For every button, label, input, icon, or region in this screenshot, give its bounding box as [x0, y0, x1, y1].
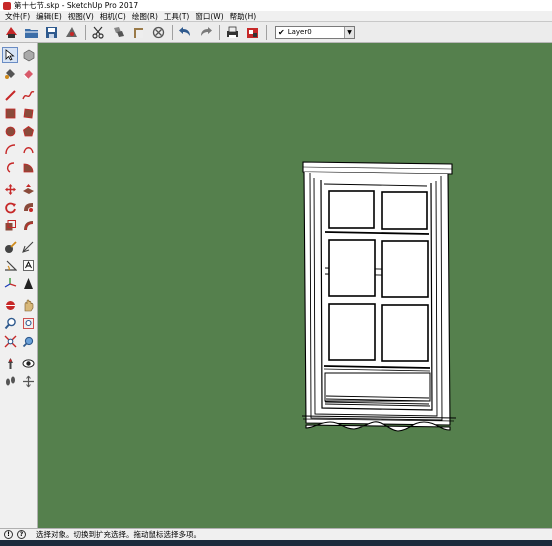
zoom-extents-icon[interactable] [2, 333, 18, 349]
paint-bucket-icon[interactable] [2, 65, 18, 81]
title-bar: 第十七节.skp - SketchUp Pro 2017 [0, 0, 552, 11]
menu-window[interactable]: 窗口(W) [192, 11, 226, 22]
main-toolbar: ✔ Layer0 ▼ [0, 22, 552, 43]
sketchup-app-icon [3, 1, 11, 10]
select-tool-icon[interactable] [2, 47, 18, 63]
menu-edit[interactable]: 编辑(E) [33, 11, 65, 22]
zoom-window-icon[interactable] [20, 315, 36, 331]
getting-started-icon[interactable] [3, 24, 20, 41]
menu-file[interactable]: 文件(F) [2, 11, 33, 22]
toolbar-separator [85, 24, 86, 40]
offset-icon[interactable] [20, 217, 36, 233]
position-camera-icon[interactable] [2, 355, 18, 371]
os-taskbar [0, 540, 552, 546]
polygon-icon[interactable] [20, 123, 36, 139]
geo-location-icon[interactable]: ! [4, 530, 13, 539]
layer-name: Layer0 [287, 28, 312, 36]
warehouse-icon[interactable] [244, 24, 261, 41]
open-folder-icon[interactable] [23, 24, 40, 41]
menu-camera[interactable]: 相机(C) [97, 11, 129, 22]
menu-bar: 文件(F) 编辑(E) 视图(V) 相机(C) 绘图(R) 工具(T) 窗口(W… [0, 11, 552, 22]
line-pencil-icon[interactable] [2, 87, 18, 103]
status-bar: ! ? 选择对象。切换到扩充选择。拖动鼠标选择多项。 [0, 528, 552, 540]
copy-icon[interactable] [110, 24, 127, 41]
toolbar-separator [219, 24, 220, 40]
window-title: 第十七节.skp - SketchUp Pro 2017 [14, 1, 139, 10]
toolbar-separator [266, 24, 267, 40]
status-message: 选择对象。切换到扩充选择。拖动鼠标选择多项。 [36, 530, 201, 539]
layer-current-check-icon: ✔ [278, 27, 285, 37]
arc-icon[interactable] [2, 141, 18, 157]
menu-tools[interactable]: 工具(T) [161, 11, 192, 22]
walk-icon[interactable] [2, 373, 18, 389]
rotated-rectangle-icon[interactable] [20, 105, 36, 121]
menu-draw[interactable]: 绘图(R) [129, 11, 161, 22]
circle-icon[interactable] [2, 123, 18, 139]
3d-text-icon[interactable] [20, 275, 36, 291]
follow-me-icon[interactable] [20, 199, 36, 215]
paste-icon[interactable] [130, 24, 147, 41]
freehand-icon[interactable] [20, 87, 36, 103]
save-icon[interactable] [43, 24, 60, 41]
axes-icon[interactable] [2, 275, 18, 291]
orbit-icon[interactable] [2, 297, 18, 313]
previous-view-icon[interactable] [20, 333, 36, 349]
large-tool-set [0, 43, 38, 528]
move-icon[interactable] [2, 181, 18, 197]
rectangle-icon[interactable] [2, 105, 18, 121]
modeling-viewport[interactable] [38, 43, 552, 528]
eraser-icon[interactable] [20, 65, 36, 81]
zoom-icon[interactable] [2, 315, 18, 331]
dimension-icon[interactable] [20, 239, 36, 255]
redo-icon[interactable] [197, 24, 214, 41]
model-info-icon[interactable] [63, 24, 80, 41]
print-icon[interactable] [224, 24, 241, 41]
rotate-icon[interactable] [2, 199, 18, 215]
chevron-down-icon[interactable]: ▼ [344, 26, 354, 38]
component-icon[interactable] [20, 47, 36, 63]
push-pull-icon[interactable] [20, 181, 36, 197]
menu-help[interactable]: 帮助(H) [227, 11, 260, 22]
tape-measure-icon[interactable] [2, 239, 18, 255]
text-tool-icon[interactable] [20, 257, 36, 273]
two-point-arc-icon[interactable] [20, 141, 36, 157]
section-plane-icon[interactable] [20, 373, 36, 389]
pie-icon[interactable] [20, 159, 36, 175]
scale-icon[interactable] [2, 217, 18, 233]
help-icon[interactable]: ? [17, 530, 26, 539]
window-component-model[interactable] [300, 160, 460, 432]
erase-icon[interactable] [150, 24, 167, 41]
protractor-icon[interactable] [2, 257, 18, 273]
cut-icon[interactable] [90, 24, 107, 41]
layer-dropdown[interactable]: ✔ Layer0 ▼ [275, 25, 355, 39]
three-point-arc-icon[interactable] [2, 159, 18, 175]
undo-icon[interactable] [177, 24, 194, 41]
toolbar-separator [172, 24, 173, 40]
look-around-icon[interactable] [20, 355, 36, 371]
menu-view[interactable]: 视图(V) [65, 11, 97, 22]
pan-icon[interactable] [20, 297, 36, 313]
